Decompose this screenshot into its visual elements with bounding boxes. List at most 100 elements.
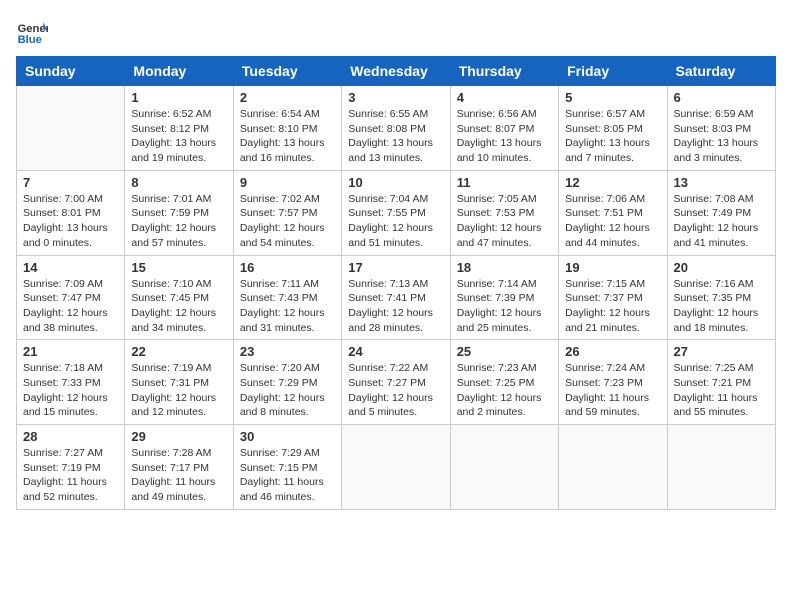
day-info: Sunrise: 7:11 AMSunset: 7:43 PMDaylight:…: [240, 277, 335, 336]
day-info: Sunrise: 7:16 AMSunset: 7:35 PMDaylight:…: [674, 277, 769, 336]
day-number: 17: [348, 260, 443, 275]
calendar-header-day: Monday: [125, 57, 233, 86]
day-info: Sunrise: 7:06 AMSunset: 7:51 PMDaylight:…: [565, 192, 660, 251]
day-number: 24: [348, 344, 443, 359]
calendar-table: SundayMondayTuesdayWednesdayThursdayFrid…: [16, 56, 776, 510]
calendar-day-cell: 28 Sunrise: 7:27 AMSunset: 7:19 PMDaylig…: [17, 425, 125, 510]
day-info: Sunrise: 7:29 AMSunset: 7:15 PMDaylight:…: [240, 446, 335, 505]
calendar-day-cell: 23 Sunrise: 7:20 AMSunset: 7:29 PMDaylig…: [233, 340, 341, 425]
day-info: Sunrise: 7:01 AMSunset: 7:59 PMDaylight:…: [131, 192, 226, 251]
calendar-day-cell: 19 Sunrise: 7:15 AMSunset: 7:37 PMDaylig…: [559, 255, 667, 340]
logo-icon: General Blue: [16, 16, 48, 48]
calendar-day-cell: [559, 425, 667, 510]
day-info: Sunrise: 7:08 AMSunset: 7:49 PMDaylight:…: [674, 192, 769, 251]
day-info: Sunrise: 6:52 AMSunset: 8:12 PMDaylight:…: [131, 107, 226, 166]
day-info: Sunrise: 7:19 AMSunset: 7:31 PMDaylight:…: [131, 361, 226, 420]
day-info: Sunrise: 6:57 AMSunset: 8:05 PMDaylight:…: [565, 107, 660, 166]
calendar-day-cell: 13 Sunrise: 7:08 AMSunset: 7:49 PMDaylig…: [667, 170, 775, 255]
day-info: Sunrise: 7:28 AMSunset: 7:17 PMDaylight:…: [131, 446, 226, 505]
day-info: Sunrise: 7:00 AMSunset: 8:01 PMDaylight:…: [23, 192, 118, 251]
calendar-day-cell: [667, 425, 775, 510]
calendar-week-row: 21 Sunrise: 7:18 AMSunset: 7:33 PMDaylig…: [17, 340, 776, 425]
day-number: 27: [674, 344, 769, 359]
day-number: 5: [565, 90, 660, 105]
svg-text:Blue: Blue: [18, 34, 42, 46]
calendar-header-day: Friday: [559, 57, 667, 86]
calendar-day-cell: 12 Sunrise: 7:06 AMSunset: 7:51 PMDaylig…: [559, 170, 667, 255]
day-number: 14: [23, 260, 118, 275]
day-number: 1: [131, 90, 226, 105]
day-number: 9: [240, 175, 335, 190]
calendar-day-cell: 4 Sunrise: 6:56 AMSunset: 8:07 PMDayligh…: [450, 86, 558, 171]
day-number: 28: [23, 429, 118, 444]
day-number: 18: [457, 260, 552, 275]
calendar-day-cell: 18 Sunrise: 7:14 AMSunset: 7:39 PMDaylig…: [450, 255, 558, 340]
calendar-body: 1 Sunrise: 6:52 AMSunset: 8:12 PMDayligh…: [17, 86, 776, 510]
day-info: Sunrise: 7:22 AMSunset: 7:27 PMDaylight:…: [348, 361, 443, 420]
day-info: Sunrise: 7:14 AMSunset: 7:39 PMDaylight:…: [457, 277, 552, 336]
calendar-header-day: Saturday: [667, 57, 775, 86]
calendar-day-cell: 2 Sunrise: 6:54 AMSunset: 8:10 PMDayligh…: [233, 86, 341, 171]
calendar-day-cell: 11 Sunrise: 7:05 AMSunset: 7:53 PMDaylig…: [450, 170, 558, 255]
day-number: 4: [457, 90, 552, 105]
calendar-day-cell: 26 Sunrise: 7:24 AMSunset: 7:23 PMDaylig…: [559, 340, 667, 425]
day-number: 23: [240, 344, 335, 359]
calendar-header-day: Sunday: [17, 57, 125, 86]
day-info: Sunrise: 6:54 AMSunset: 8:10 PMDaylight:…: [240, 107, 335, 166]
day-info: Sunrise: 7:27 AMSunset: 7:19 PMDaylight:…: [23, 446, 118, 505]
calendar-day-cell: 15 Sunrise: 7:10 AMSunset: 7:45 PMDaylig…: [125, 255, 233, 340]
day-number: 10: [348, 175, 443, 190]
day-info: Sunrise: 7:02 AMSunset: 7:57 PMDaylight:…: [240, 192, 335, 251]
calendar-day-cell: 17 Sunrise: 7:13 AMSunset: 7:41 PMDaylig…: [342, 255, 450, 340]
logo: General Blue: [16, 16, 48, 48]
calendar-day-cell: 22 Sunrise: 7:19 AMSunset: 7:31 PMDaylig…: [125, 340, 233, 425]
calendar-week-row: 7 Sunrise: 7:00 AMSunset: 8:01 PMDayligh…: [17, 170, 776, 255]
day-number: 16: [240, 260, 335, 275]
calendar-day-cell: 1 Sunrise: 6:52 AMSunset: 8:12 PMDayligh…: [125, 86, 233, 171]
calendar-day-cell: 5 Sunrise: 6:57 AMSunset: 8:05 PMDayligh…: [559, 86, 667, 171]
calendar-day-cell: 24 Sunrise: 7:22 AMSunset: 7:27 PMDaylig…: [342, 340, 450, 425]
calendar-day-cell: 21 Sunrise: 7:18 AMSunset: 7:33 PMDaylig…: [17, 340, 125, 425]
day-info: Sunrise: 7:25 AMSunset: 7:21 PMDaylight:…: [674, 361, 769, 420]
day-info: Sunrise: 7:10 AMSunset: 7:45 PMDaylight:…: [131, 277, 226, 336]
calendar-day-cell: 29 Sunrise: 7:28 AMSunset: 7:17 PMDaylig…: [125, 425, 233, 510]
day-number: 22: [131, 344, 226, 359]
calendar-day-cell: 9 Sunrise: 7:02 AMSunset: 7:57 PMDayligh…: [233, 170, 341, 255]
calendar-day-cell: 6 Sunrise: 6:59 AMSunset: 8:03 PMDayligh…: [667, 86, 775, 171]
calendar-day-cell: 14 Sunrise: 7:09 AMSunset: 7:47 PMDaylig…: [17, 255, 125, 340]
day-info: Sunrise: 7:20 AMSunset: 7:29 PMDaylight:…: [240, 361, 335, 420]
day-info: Sunrise: 7:15 AMSunset: 7:37 PMDaylight:…: [565, 277, 660, 336]
calendar-day-cell: 27 Sunrise: 7:25 AMSunset: 7:21 PMDaylig…: [667, 340, 775, 425]
calendar-header-day: Wednesday: [342, 57, 450, 86]
calendar-day-cell: [342, 425, 450, 510]
calendar-week-row: 1 Sunrise: 6:52 AMSunset: 8:12 PMDayligh…: [17, 86, 776, 171]
day-number: 15: [131, 260, 226, 275]
day-number: 25: [457, 344, 552, 359]
calendar-day-cell: 25 Sunrise: 7:23 AMSunset: 7:25 PMDaylig…: [450, 340, 558, 425]
day-info: Sunrise: 7:09 AMSunset: 7:47 PMDaylight:…: [23, 277, 118, 336]
page-header: General Blue: [16, 16, 776, 48]
day-info: Sunrise: 7:18 AMSunset: 7:33 PMDaylight:…: [23, 361, 118, 420]
day-info: Sunrise: 6:59 AMSunset: 8:03 PMDaylight:…: [674, 107, 769, 166]
calendar-header-row: SundayMondayTuesdayWednesdayThursdayFrid…: [17, 57, 776, 86]
day-number: 13: [674, 175, 769, 190]
calendar-header-day: Tuesday: [233, 57, 341, 86]
calendar-day-cell: 30 Sunrise: 7:29 AMSunset: 7:15 PMDaylig…: [233, 425, 341, 510]
calendar-day-cell: 16 Sunrise: 7:11 AMSunset: 7:43 PMDaylig…: [233, 255, 341, 340]
day-number: 21: [23, 344, 118, 359]
day-info: Sunrise: 7:13 AMSunset: 7:41 PMDaylight:…: [348, 277, 443, 336]
day-number: 7: [23, 175, 118, 190]
day-number: 29: [131, 429, 226, 444]
calendar-day-cell: 20 Sunrise: 7:16 AMSunset: 7:35 PMDaylig…: [667, 255, 775, 340]
day-info: Sunrise: 7:23 AMSunset: 7:25 PMDaylight:…: [457, 361, 552, 420]
calendar-day-cell: [17, 86, 125, 171]
day-number: 26: [565, 344, 660, 359]
day-number: 8: [131, 175, 226, 190]
calendar-week-row: 14 Sunrise: 7:09 AMSunset: 7:47 PMDaylig…: [17, 255, 776, 340]
day-info: Sunrise: 6:56 AMSunset: 8:07 PMDaylight:…: [457, 107, 552, 166]
day-info: Sunrise: 7:05 AMSunset: 7:53 PMDaylight:…: [457, 192, 552, 251]
day-info: Sunrise: 6:55 AMSunset: 8:08 PMDaylight:…: [348, 107, 443, 166]
calendar-day-cell: 8 Sunrise: 7:01 AMSunset: 7:59 PMDayligh…: [125, 170, 233, 255]
calendar-header-day: Thursday: [450, 57, 558, 86]
day-number: 19: [565, 260, 660, 275]
